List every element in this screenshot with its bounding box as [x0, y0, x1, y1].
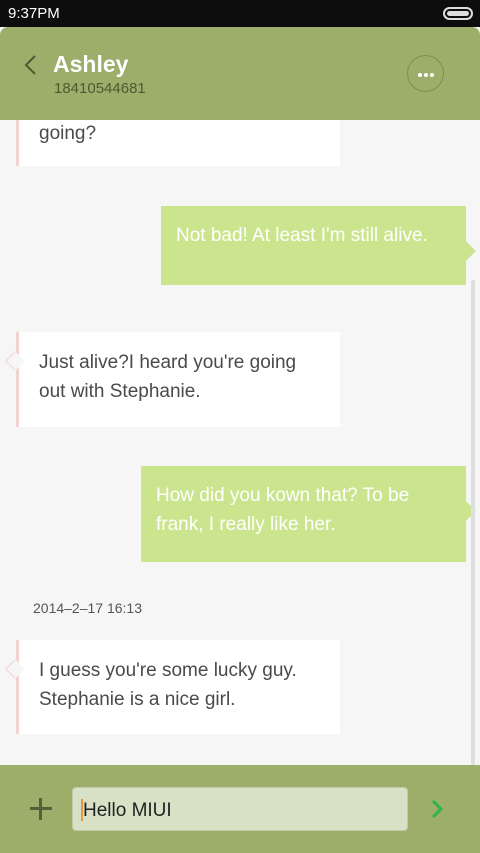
message-timestamp: 2014–2–17 16:13: [33, 600, 142, 616]
message-text-line: out with Stephanie.: [39, 381, 201, 402]
message-bubble-incoming[interactable]: going?: [16, 120, 340, 166]
message-bubble-incoming[interactable]: I guess you're some lucky guy. Stephanie…: [5, 640, 340, 734]
message-bubble-outgoing[interactable]: Not bad! At least I'm still alive.: [161, 206, 476, 285]
plus-icon[interactable]: [30, 798, 52, 820]
message-bubble-incoming[interactable]: Just alive?I heard you're going out with…: [5, 332, 340, 427]
text-cursor: [81, 799, 83, 821]
status-bar: 9:37PM: [0, 0, 480, 27]
contact-name: Ashley: [53, 51, 129, 77]
message-input-value: Hello MIUI: [83, 800, 172, 821]
status-time: 9:37PM: [8, 5, 60, 22]
battery-icon: [443, 7, 473, 20]
message-text: going?: [39, 123, 97, 144]
chevron-left-icon[interactable]: [22, 53, 42, 77]
more-dots-icon: [418, 73, 422, 77]
message-list[interactable]: going? Not bad! At least I'm still alive…: [0, 120, 480, 765]
message-input[interactable]: Hello MIUI: [72, 787, 408, 831]
more-button[interactable]: [407, 55, 444, 92]
chevron-right-icon[interactable]: [430, 798, 444, 820]
message-text-line: I guess you're some lucky guy.: [39, 660, 297, 681]
conversation-header: Ashley 18410544681: [0, 27, 480, 120]
message-text-line: How did you kown that? To be: [156, 485, 410, 506]
message-text-line: Just alive?I heard you're going: [39, 352, 297, 373]
contact-number: 18410544681: [54, 80, 146, 97]
message-text-line: Stephanie is a nice girl.: [39, 689, 236, 710]
scrollbar[interactable]: [471, 280, 475, 765]
message-text-line: frank, I really like her.: [156, 514, 336, 535]
message-text: Not bad! At least I'm still alive.: [176, 225, 428, 246]
message-bubble-outgoing[interactable]: How did you kown that? To be frank, I re…: [141, 466, 476, 562]
composer-bar: Hello MIUI: [0, 765, 480, 853]
